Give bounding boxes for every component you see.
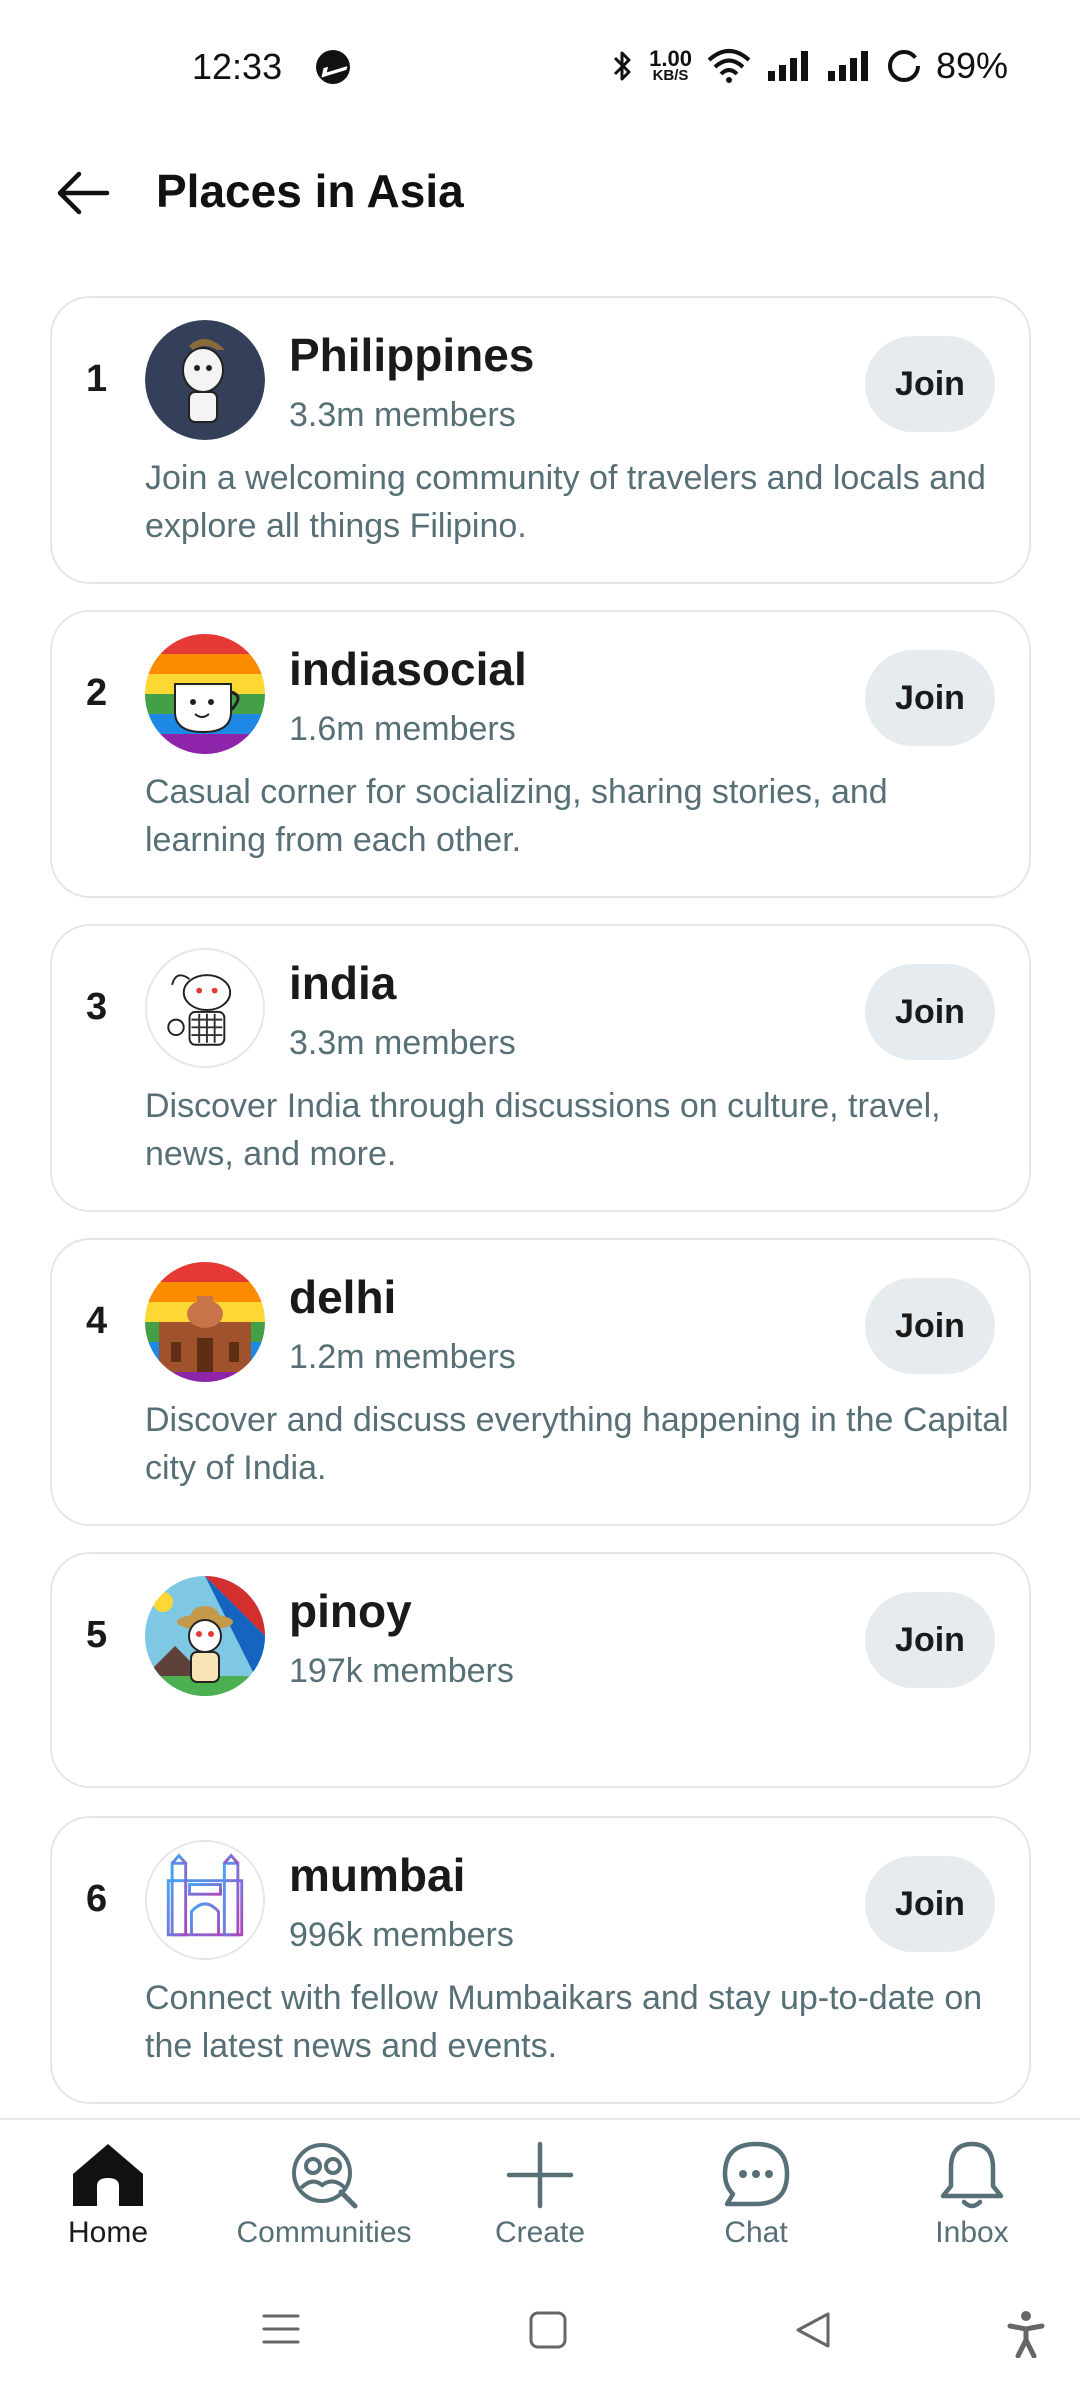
menu-lines-icon: [262, 2314, 300, 2344]
nav-communities[interactable]: Communities: [224, 2140, 424, 2270]
status-indicators: 1.00 KB/S 89%: [611, 44, 1008, 88]
community-name: pinoy: [289, 1585, 412, 1637]
community-card[interactable]: 2 indiasocial 1.6m members Join Casual c…: [50, 610, 1031, 898]
community-rank: 1: [86, 358, 108, 400]
community-card[interactable]: 6 mumbai 996k members Join Connect with …: [50, 1816, 1031, 2104]
nav-inbox[interactable]: Inbox: [872, 2140, 1072, 2270]
signal-icon-2: [827, 51, 868, 81]
battery-percent: 89%: [935, 45, 1008, 86]
community-avatar: [145, 948, 265, 1068]
triangle-back-icon: [796, 2312, 830, 2348]
status-time: 12:33: [192, 46, 283, 87]
community-rank: 5: [86, 1614, 108, 1656]
join-button[interactable]: Join: [865, 1278, 995, 1374]
community-name: Philippines: [289, 329, 535, 381]
network-speed: 1.00 KB/S: [649, 48, 692, 85]
bottom-nav: Home Communities Create Chat Inbox: [0, 2118, 1080, 2268]
community-name: mumbai: [289, 1849, 466, 1901]
messenger-icon: [316, 50, 350, 84]
community-description: Join a welcoming community of travelers …: [145, 459, 986, 545]
back-button[interactable]: [48, 158, 118, 228]
nav-label: Chat: [724, 2216, 788, 2249]
community-description: Connect with fellow Mumbaikars and stay …: [145, 1979, 983, 2065]
home-system-button[interactable]: [528, 2310, 568, 2350]
back-arrow-icon: [57, 171, 110, 215]
nav-label: Communities: [236, 2216, 412, 2249]
join-button[interactable]: Join: [865, 650, 995, 746]
accessibility-icon: [1007, 2311, 1045, 2358]
system-nav-bar: [0, 2270, 1080, 2400]
nav-chat[interactable]: Chat: [656, 2140, 856, 2270]
community-description: Discover India through discussions on cu…: [145, 1087, 941, 1173]
back-system-button[interactable]: [794, 2310, 832, 2350]
join-button[interactable]: Join: [865, 1592, 995, 1688]
community-name: india: [289, 957, 397, 1009]
community-card[interactable]: 3 india 3.3m members Join Discover India…: [50, 924, 1031, 1212]
community-rank: 2: [86, 672, 108, 714]
home-icon: [73, 2144, 143, 2206]
community-card[interactable]: 5 pinoy 197k members Join: [50, 1552, 1031, 1788]
chat-icon: [722, 2141, 790, 2207]
community-avatar: [145, 1262, 265, 1382]
bell-icon: [940, 2141, 1004, 2209]
community-members: 1.6m members: [289, 710, 516, 748]
community-avatar: [145, 1576, 265, 1696]
square-icon: [529, 2311, 567, 2349]
wifi-icon: [707, 49, 751, 83]
join-button[interactable]: Join: [865, 336, 995, 432]
community-name: indiasocial: [289, 643, 527, 695]
community-description: Casual corner for socializing, sharing s…: [145, 773, 888, 859]
plus-icon: [506, 2141, 574, 2209]
community-avatar: [145, 320, 265, 440]
signal-icon-1: [767, 51, 808, 81]
accessibility-button[interactable]: [1006, 2310, 1046, 2358]
community-card[interactable]: 4 delhi 1.2m members Join Discover and d…: [50, 1238, 1031, 1526]
community-members: 1.2m members: [289, 1338, 516, 1376]
status-bar: 12:33 1.00 KB/S 89%: [0, 0, 1080, 140]
community-members: 197k members: [289, 1652, 514, 1690]
community-rank: 6: [86, 1878, 108, 1920]
community-rank: 3: [86, 986, 108, 1028]
join-button[interactable]: Join: [865, 964, 995, 1060]
network-speed-unit: KB/S: [652, 67, 689, 85]
community-members: 3.3m members: [289, 1024, 516, 1062]
bluetooth-icon: [614, 51, 631, 81]
community-avatar: [145, 1840, 265, 1960]
community-rank: 4: [86, 1300, 108, 1342]
page-header: Places in Asia: [0, 140, 1080, 260]
community-avatar: [145, 634, 265, 754]
community-description: Discover and discuss everything happenin…: [145, 1401, 1009, 1487]
community-card[interactable]: 1 Philippines 3.3m members Join Join a w…: [50, 296, 1031, 584]
nav-label: Create: [494, 2216, 586, 2249]
recents-button[interactable]: [262, 2310, 300, 2348]
join-button[interactable]: Join: [865, 1856, 995, 1952]
nav-label: Inbox: [935, 2216, 1009, 2249]
community-members: 996k members: [289, 1916, 514, 1954]
battery-ring-icon: [887, 50, 920, 82]
communities-icon: [292, 2143, 358, 2209]
community-name: delhi: [289, 1271, 397, 1323]
nav-home[interactable]: Home: [8, 2140, 208, 2270]
page-title: Places in Asia: [156, 165, 464, 217]
nav-create[interactable]: Create: [440, 2140, 640, 2270]
nav-label: Home: [67, 2216, 149, 2249]
community-members: 3.3m members: [289, 396, 516, 434]
